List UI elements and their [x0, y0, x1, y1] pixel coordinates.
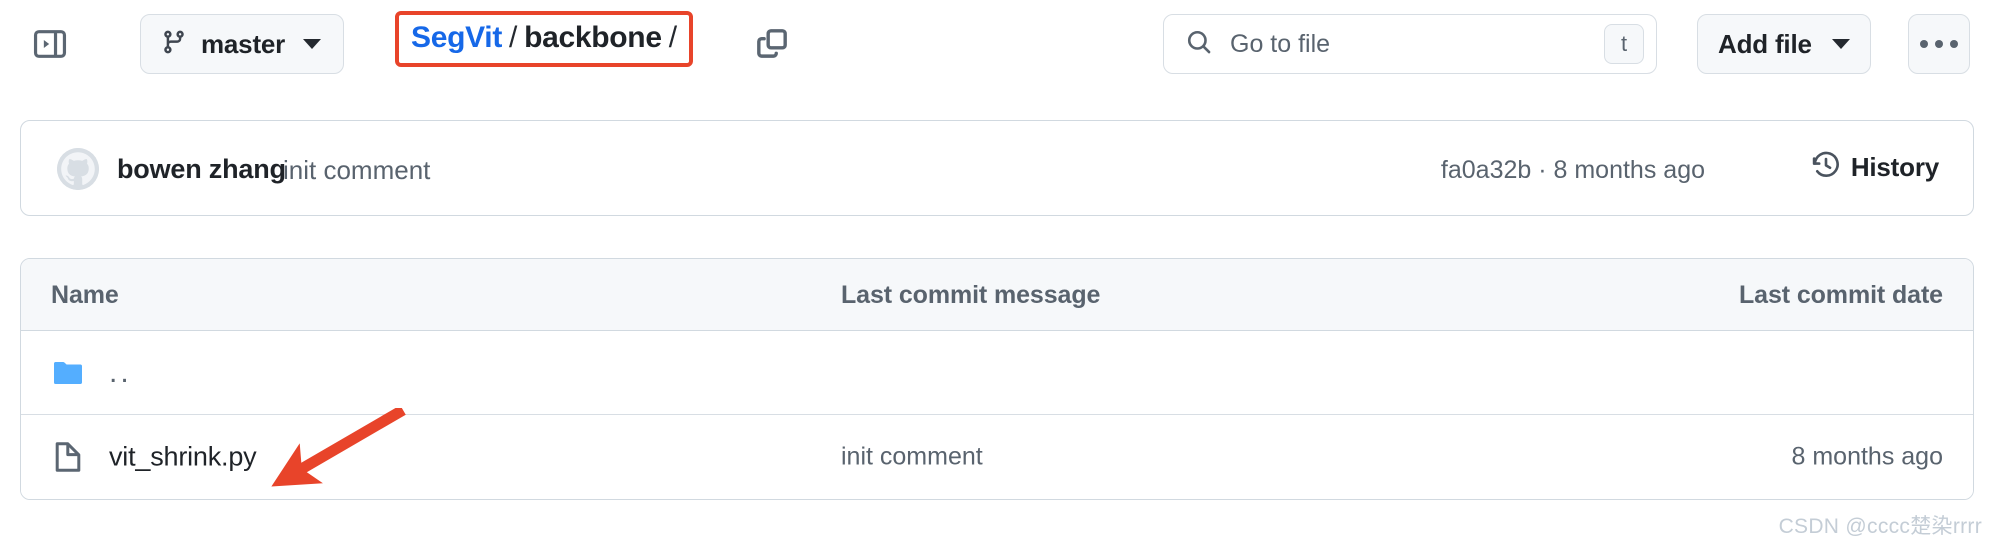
- breadcrumb-trailing-separator: /: [668, 21, 677, 54]
- add-file-label: Add file: [1718, 28, 1812, 59]
- search-placeholder-text: Go to file: [1230, 29, 1331, 58]
- table-header-row: Name Last commit message Last commit dat…: [21, 259, 1973, 331]
- watermark: CSDN @cccc楚染rrrr: [1778, 515, 1982, 538]
- sidebar-expand-icon[interactable]: [24, 18, 76, 70]
- search-input[interactable]: Go to file t: [1163, 14, 1657, 74]
- breadcrumb-separator: /: [509, 21, 518, 54]
- kebab-horizontal-icon: [1920, 40, 1928, 48]
- commit-author[interactable]: bowen zhang: [117, 154, 286, 185]
- column-header-name: Name: [51, 281, 119, 309]
- breadcrumb-repo-link[interactable]: SegVit: [411, 21, 502, 55]
- history-button[interactable]: History: [1812, 151, 1939, 184]
- folder-icon: [51, 356, 85, 390]
- table-row[interactable]: ..: [21, 331, 1973, 415]
- copy-icon[interactable]: [748, 20, 796, 68]
- column-header-date: Last commit date: [1738, 281, 1943, 309]
- search-shortcut-key: t: [1604, 24, 1644, 64]
- kebab-horizontal-icon: [1935, 40, 1943, 48]
- chevron-down-icon: [303, 39, 322, 49]
- add-file-button[interactable]: Add file: [1697, 14, 1871, 74]
- file-link[interactable]: vit_shrink.py: [109, 442, 257, 473]
- git-branch-icon: [161, 29, 187, 60]
- latest-commit-bar: bowen zhang init comment fa0a32b · 8 mon…: [20, 120, 1974, 216]
- commit-meta: fa0a32b · 8 months ago: [1440, 156, 1705, 184]
- history-clock-icon: [1812, 151, 1840, 184]
- github-file-browser: master SegVit / backbone / Go to file t …: [0, 0, 1994, 550]
- breadcrumb: SegVit / backbone /: [395, 11, 693, 67]
- repo-toolbar: master SegVit / backbone / Go to file t …: [0, 0, 1994, 88]
- column-header-message: Last commit message: [841, 281, 1101, 309]
- breadcrumb-directory: backbone: [524, 21, 662, 54]
- history-label: History: [1850, 152, 1939, 182]
- search-icon: [1186, 29, 1212, 60]
- table-row[interactable]: vit_shrink.py init comment 8 months ago: [21, 415, 1973, 499]
- row-commit-message[interactable]: init comment: [841, 443, 983, 472]
- kebab-horizontal-icon: [1950, 40, 1958, 48]
- branch-name-label: master: [201, 28, 286, 59]
- file-list-table: Name Last commit message Last commit dat…: [20, 258, 1974, 500]
- parent-directory-link[interactable]: ..: [109, 356, 132, 390]
- commit-message[interactable]: init comment: [283, 155, 430, 186]
- avatar: [57, 148, 99, 190]
- more-options-button[interactable]: [1908, 14, 1970, 74]
- branch-selector-button[interactable]: master: [140, 14, 345, 74]
- file-icon: [51, 440, 85, 474]
- row-commit-date: 8 months ago: [1791, 442, 1944, 471]
- chevron-down-icon: [1831, 39, 1850, 49]
